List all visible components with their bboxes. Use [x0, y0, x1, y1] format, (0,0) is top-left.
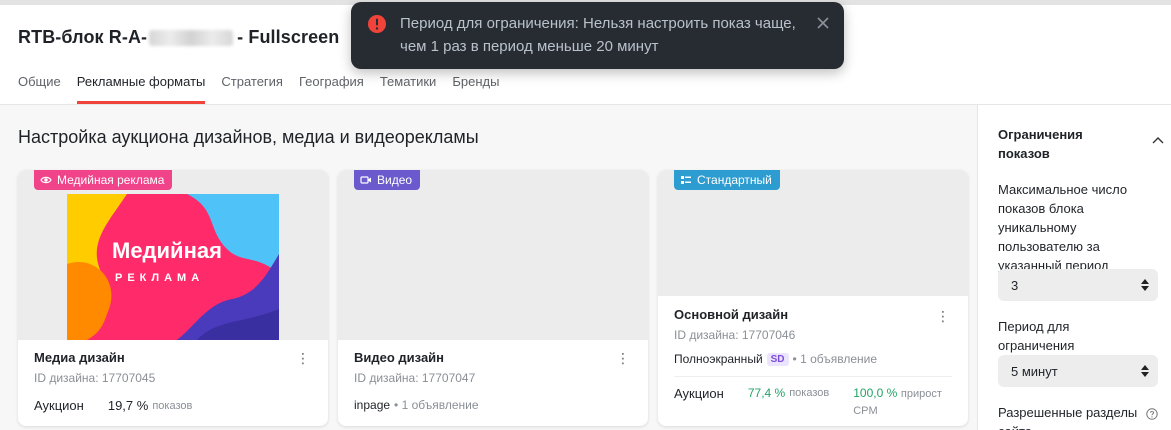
list-icon	[681, 176, 691, 184]
growth-unit-cpm: CPM	[853, 405, 878, 417]
auction-percent: 77,4 %	[747, 386, 786, 400]
badge-video: Видео	[354, 170, 421, 190]
design-format: inpage	[354, 398, 391, 412]
max-impressions-value: 3	[1011, 277, 1019, 293]
period-select[interactable]: 5 минут	[998, 355, 1158, 387]
redacted-block-id	[149, 29, 234, 46]
sidebar-title: Ограничения показов	[998, 127, 1083, 161]
sd-tag: SD	[766, 352, 789, 366]
tab-topics[interactable]: Тематики	[380, 74, 437, 104]
tab-ad-formats[interactable]: Рекламные форматы	[76, 74, 205, 104]
auction-unit: показов	[789, 387, 830, 399]
page-title-suffix: - Fullscreen	[237, 27, 340, 47]
design-card-video[interactable]: Видео Видео дизайн ID дизайна: 17707047 …	[338, 170, 648, 426]
preview-title-text: Медийная	[112, 238, 222, 263]
card-body: Видео дизайн ID дизайна: 17707047 inpage…	[338, 350, 648, 412]
ads-count: • 1 объявление	[394, 398, 479, 412]
chevron-up-icon[interactable]	[1152, 136, 1164, 144]
max-impressions-label: Максимальное число показов блока уникаль…	[998, 182, 1128, 273]
more-menu-icon[interactable]: ⋮	[936, 309, 950, 323]
design-name: Медиа дизайн	[34, 350, 125, 365]
media-ad-preview-image: Медийная РЕКЛАМА	[67, 194, 279, 340]
card-body: Основной дизайн ID дизайна: 17707046 Пол…	[658, 307, 968, 419]
preview-subtitle-text: РЕКЛАМА	[115, 272, 204, 284]
auction-row: Аукцион 77,4 % показов 100,0 % прирост C…	[674, 385, 952, 419]
badge-label: Стандартный	[697, 173, 772, 187]
tab-strategy[interactable]: Стратегия	[221, 74, 283, 104]
more-menu-icon[interactable]: ⋮	[616, 351, 630, 365]
card-divider	[674, 376, 952, 377]
auction-label: Аукцион	[674, 386, 724, 401]
design-id: ID дизайна: 17707045	[34, 371, 156, 385]
growth-percent: 100,0 %	[853, 386, 898, 400]
error-icon	[368, 15, 386, 33]
video-camera-icon	[360, 176, 371, 184]
card-preview: Видео	[338, 170, 648, 340]
auction-label: Аукцион	[34, 398, 84, 413]
growth-unit: прирост	[900, 388, 942, 400]
main-content: Настройка аукциона дизайнов, медиа и вид…	[0, 105, 977, 430]
error-toast: Период для ограничения: Нельзя настроить…	[351, 2, 844, 69]
card-preview: Стандартный	[658, 170, 968, 296]
section-title: Настройка аукциона дизайнов, медиа и вид…	[18, 127, 479, 147]
design-id: ID дизайна: 17707047	[354, 371, 476, 385]
design-card-standard[interactable]: Стандартный Основной дизайн ID дизайна: …	[658, 170, 968, 426]
select-arrows-icon	[1141, 279, 1149, 291]
design-name: Видео дизайн	[354, 350, 445, 365]
badge-standard: Стандартный	[674, 170, 780, 190]
close-icon[interactable]	[817, 17, 829, 29]
eye-icon	[40, 176, 52, 184]
tabs-bar: Общие Рекламные форматы Стратегия Геогра…	[18, 74, 515, 104]
more-menu-icon[interactable]: ⋮	[296, 351, 310, 365]
growth-block: 100,0 % прирост CPM	[853, 385, 942, 419]
auction-unit: показов	[152, 399, 193, 412]
design-card-media[interactable]: Медийная РЕКЛАМА Медийная реклама Медиа …	[18, 170, 328, 426]
max-impressions-select[interactable]: 3	[998, 269, 1158, 301]
badge-label: Медийная реклама	[57, 173, 165, 187]
auction-percent: 19,7 %	[107, 398, 149, 413]
sidebar-limits: Ограничения показов Максимальное число п…	[977, 105, 1171, 430]
tab-geography[interactable]: География	[299, 74, 364, 104]
card-body: Медиа дизайн ID дизайна: 17707045 Аукцио…	[18, 350, 328, 413]
auction-row: Аукцион 19,7 % показов	[34, 398, 312, 413]
page-title: RTB-блок R-A- - Fullscreen	[18, 27, 339, 48]
select-arrows-icon	[1141, 365, 1149, 377]
design-info: inpage • 1 объявление	[354, 398, 632, 412]
allowed-sections-label: Разрешенные разделы сайта	[998, 405, 1138, 430]
badge-label: Видео	[377, 173, 413, 187]
help-icon[interactable]	[1146, 408, 1158, 420]
tab-brands[interactable]: Бренды	[452, 74, 499, 104]
tab-general[interactable]: Общие	[18, 74, 61, 104]
ads-count: • 1 объявление	[792, 352, 878, 366]
design-info: Полноэкранный SD • 1 объявление	[674, 352, 952, 366]
design-id: ID дизайна: 17707046	[674, 328, 796, 342]
period-label: Период для ограничения	[998, 319, 1075, 353]
card-preview: Медийная РЕКЛАМА Медийная реклама	[18, 170, 328, 340]
toast-message: Период для ограничения: Нельзя настроить…	[400, 15, 796, 55]
period-value: 5 минут	[1011, 363, 1058, 379]
badge-media: Медийная реклама	[34, 170, 173, 190]
page-title-prefix: RTB-блок R-A-	[18, 27, 148, 47]
design-format: Полноэкранный	[674, 352, 763, 366]
design-name: Основной дизайн	[674, 307, 789, 322]
